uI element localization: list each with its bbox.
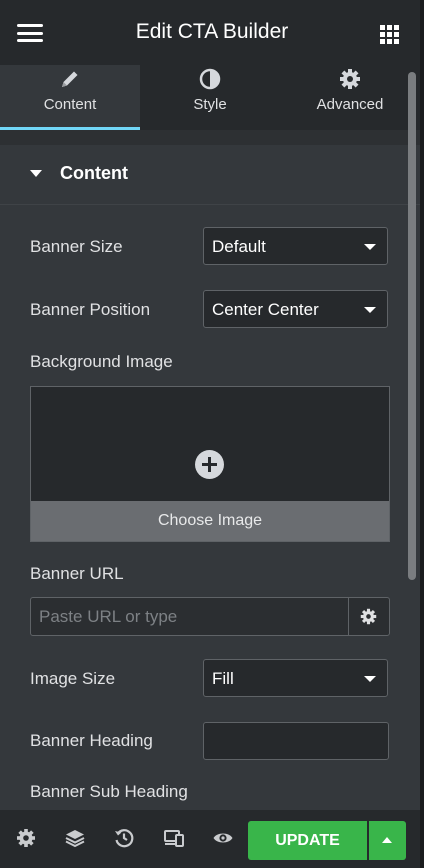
panel-tabs: Content Style Advanced	[0, 65, 420, 130]
update-options-button[interactable]	[369, 821, 406, 860]
settings-icon[interactable]	[15, 827, 37, 849]
banner-url-input[interactable]	[31, 598, 349, 635]
responsive-icon[interactable]	[163, 827, 185, 849]
add-image-icon[interactable]	[195, 450, 224, 479]
banner-sub-heading-label: Banner Sub Heading	[30, 782, 188, 801]
banner-url-label: Banner URL	[30, 564, 124, 583]
section-divider	[0, 130, 420, 145]
banner-position-value: Center Center	[212, 300, 319, 319]
gear-icon	[340, 69, 360, 89]
pencil-icon	[62, 71, 78, 87]
banner-position-select[interactable]: Center Center	[203, 290, 388, 328]
panel-header: Edit CTA Builder	[0, 0, 424, 65]
content-section-toggle[interactable]: Content	[0, 145, 420, 205]
banner-position-label: Banner Position	[30, 300, 151, 319]
chevron-down-icon	[364, 307, 376, 313]
caret-down-icon	[30, 170, 42, 177]
chevron-down-icon	[364, 244, 376, 250]
panel-title: Edit CTA Builder	[135, 20, 289, 43]
url-options-button[interactable]	[348, 598, 389, 635]
image-size-value: Fill	[212, 669, 234, 688]
contrast-icon	[199, 68, 221, 90]
image-size-label: Image Size	[30, 669, 116, 688]
choose-image-button[interactable]: Choose Image	[31, 501, 389, 541]
layers-icon[interactable]	[64, 827, 86, 849]
background-image-label: Background Image	[30, 352, 173, 371]
section-title: Content	[60, 163, 128, 183]
banner-url-field	[30, 597, 390, 636]
panel-scrollbar[interactable]	[408, 72, 416, 580]
banner-size-value: Default	[212, 237, 266, 256]
eye-icon[interactable]	[212, 827, 234, 849]
history-icon[interactable]	[113, 827, 135, 849]
update-button[interactable]: UPDATE	[248, 821, 367, 860]
banner-heading-input[interactable]	[203, 722, 389, 760]
banner-heading-label: Banner Heading	[30, 731, 153, 750]
tab-label: Advanced	[316, 96, 384, 113]
tab-advanced[interactable]: Advanced	[280, 65, 420, 130]
background-image-picker[interactable]: Choose Image	[30, 386, 390, 542]
image-size-select[interactable]: Fill	[203, 659, 388, 697]
tab-content[interactable]: Content	[0, 65, 140, 130]
gear-icon	[360, 608, 377, 625]
grid-icon[interactable]	[380, 25, 400, 45]
chevron-down-icon	[364, 676, 376, 682]
tab-style[interactable]: Style	[140, 65, 280, 130]
banner-size-label: Banner Size	[30, 237, 123, 256]
banner-size-select[interactable]: Default	[203, 227, 388, 265]
tab-label: Content	[43, 96, 97, 113]
tab-label: Style	[193, 96, 227, 113]
panel-edge	[420, 0, 424, 868]
